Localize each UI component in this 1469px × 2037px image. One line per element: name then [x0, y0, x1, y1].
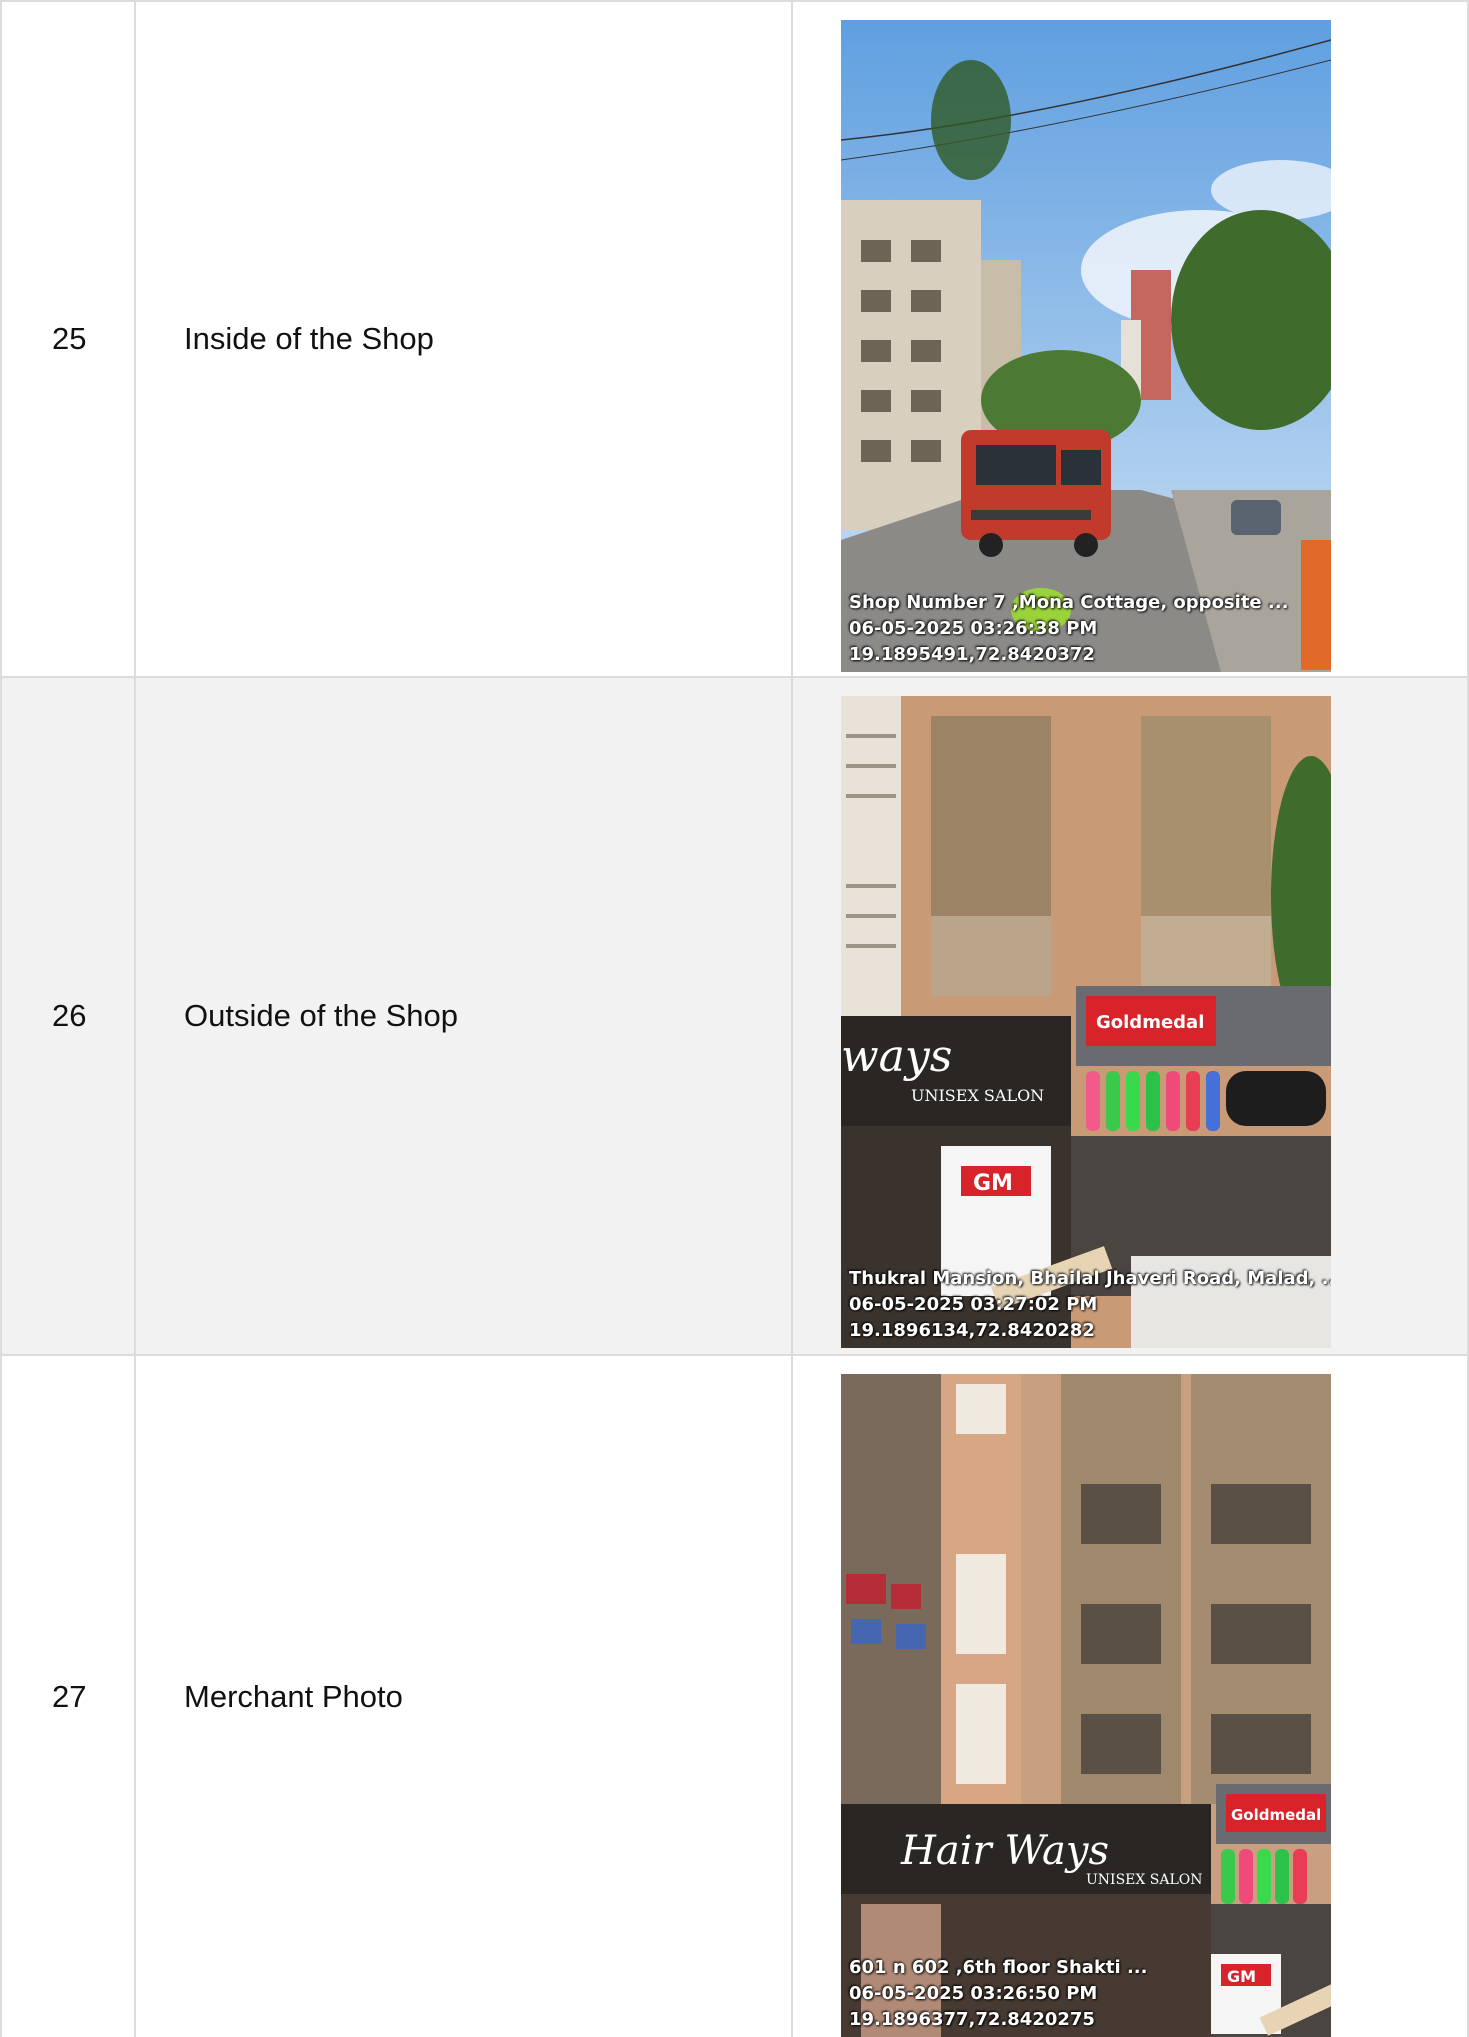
gm-sign-text: GM	[973, 1171, 1013, 1196]
salon-sign-subtext: UNISEX SALON	[911, 1086, 1044, 1105]
photo-geotag-stamp: Shop Number 7 ,Mona Cottage, opposite ..…	[849, 590, 1288, 668]
stamp-datetime: 06-05-2025 03:26:38 PM	[849, 618, 1098, 639]
row-photo-cell: Shop Number 7 ,Mona Cottage, opposite ..…	[793, 0, 1469, 678]
stamp-coordinates: 19.1896377,72.8420275	[849, 2009, 1095, 2030]
row-number: 27	[52, 1678, 87, 1714]
row-label-cell: Inside of the Shop	[136, 0, 793, 678]
gm-sign-text: GM	[1227, 1967, 1256, 1986]
table-row: 25 Inside of the Shop Shop Number 7 ,Mon…	[0, 0, 1469, 678]
photo-geotag-stamp: 601 n 602 ,6th floor Shakti ... 06-05-20…	[849, 1955, 1147, 2033]
row-number-cell: 26	[0, 678, 136, 1356]
salon-sign-text: ways	[841, 1031, 952, 1082]
shopfront-photo-image: ways UNISEX SALON Goldmedal GM	[841, 696, 1331, 1348]
goldmedal-sign-text: Goldmedal	[1231, 1806, 1321, 1824]
street-photo-image	[841, 20, 1331, 672]
table-row: 26 Outside of the Shop ways UNISEX SALON…	[0, 678, 1469, 1356]
stamp-datetime: 06-05-2025 03:26:50 PM	[849, 1983, 1098, 2004]
row-label-cell: Merchant Photo	[136, 1356, 793, 2037]
photo-table: 25 Inside of the Shop Shop Number 7 ,Mon…	[0, 0, 1469, 2037]
row-number: 26	[52, 998, 87, 1033]
row-number-cell: 27	[0, 1356, 136, 2037]
table-row: 27 Merchant Photo Hair Ways UNISEX SALON…	[0, 1356, 1469, 2037]
stamp-address: 601 n 602 ,6th floor Shakti ...	[849, 1957, 1148, 1978]
row-label: Inside of the Shop	[184, 321, 434, 356]
row-label-cell: Outside of the Shop	[136, 678, 793, 1356]
goldmedal-sign-text: Goldmedal	[1096, 1012, 1204, 1033]
stamp-coordinates: 19.1896134,72.8420282	[849, 1320, 1095, 1341]
stamp-datetime: 06-05-2025 03:27:02 PM	[849, 1294, 1098, 1315]
row-number: 25	[52, 321, 87, 356]
stamp-coordinates: 19.1895491,72.8420372	[849, 644, 1095, 665]
stamp-address: Thukral Mansion, Bhailal Jhaveri Road, M…	[849, 1268, 1331, 1289]
row-number-cell: 25	[0, 0, 136, 678]
row-label: Outside of the Shop	[184, 998, 459, 1033]
shopfront-photo[interactable]: ways UNISEX SALON Goldmedal GM Thukral M…	[841, 696, 1331, 1348]
stamp-address: Shop Number 7 ,Mona Cottage, opposite ..…	[849, 592, 1289, 613]
row-label: Merchant Photo	[184, 1678, 403, 1714]
row-photo-cell: ways UNISEX SALON Goldmedal GM Thukral M…	[793, 678, 1469, 1356]
merchant-photo[interactable]: Hair Ways UNISEX SALON Goldmedal GM 601 …	[841, 1374, 1331, 2037]
row-photo-cell: Hair Ways UNISEX SALON Goldmedal GM 601 …	[793, 1356, 1469, 2037]
merchant-photo-image: Hair Ways UNISEX SALON Goldmedal GM	[841, 1374, 1331, 2037]
salon-sign-subtext: UNISEX SALON	[1086, 1872, 1203, 1888]
salon-sign-text: Hair Ways	[900, 1828, 1109, 1874]
photo-geotag-stamp: Thukral Mansion, Bhailal Jhaveri Road, M…	[849, 1266, 1331, 1344]
street-photo[interactable]: Shop Number 7 ,Mona Cottage, opposite ..…	[841, 20, 1331, 672]
